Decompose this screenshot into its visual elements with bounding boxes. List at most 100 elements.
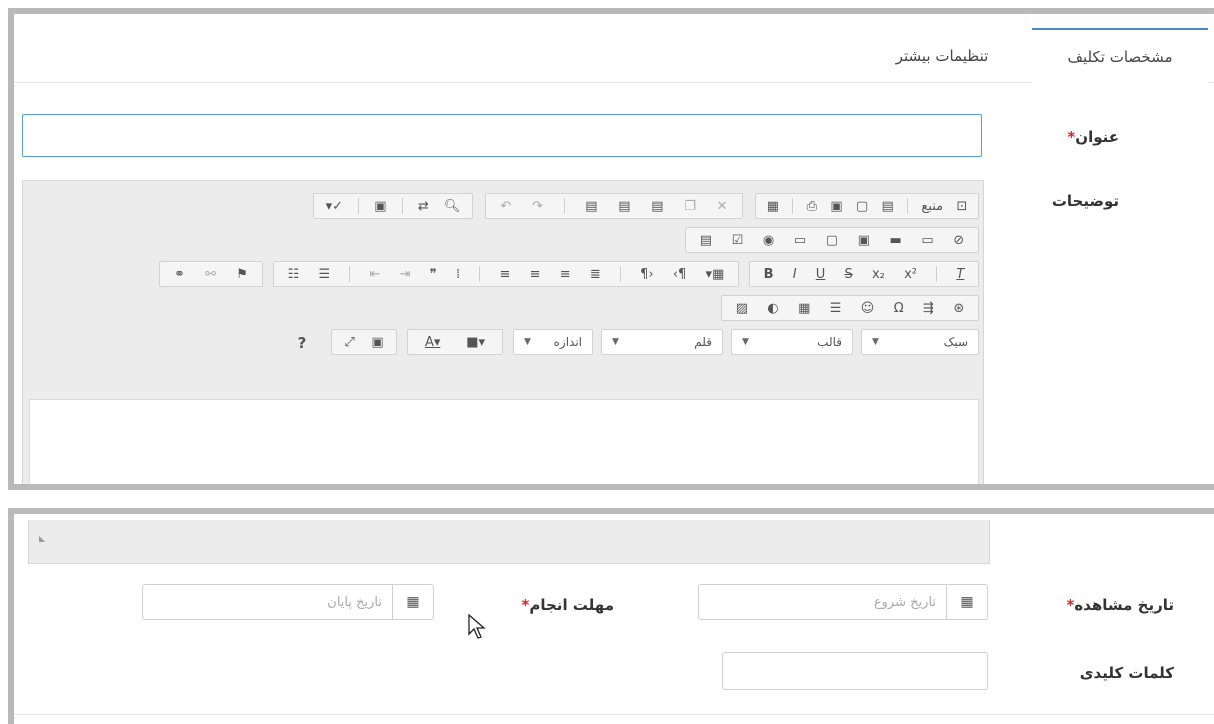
undo-icon[interactable]: ↶ (500, 200, 511, 213)
button-icon[interactable]: ▬ (889, 234, 901, 247)
link-icon[interactable]: ⚭ (174, 268, 185, 281)
strike-icon[interactable]: S (844, 268, 852, 281)
toolbar-separator (792, 198, 794, 214)
end-date-field[interactable]: ▦ تاریخ پایان (142, 584, 434, 620)
align-right-icon[interactable]: ≡ (560, 268, 571, 281)
toolbar-separator (907, 198, 909, 214)
tab-label: تنظیمات بیشتر (895, 46, 989, 65)
background-color-icon[interactable]: ■▾ (466, 336, 485, 349)
toolbar-insert-group: ▨ ◐ ▦ ☰ ☺ Ω ⇶ ⊛ (721, 295, 979, 321)
tab-assignment-details[interactable]: مشخصات تکلیف (1032, 28, 1208, 83)
chevron-down-icon: ▼ (612, 337, 619, 347)
radio-icon[interactable]: ◉ (763, 234, 774, 247)
toolbar-separator (479, 266, 481, 282)
chevron-down-icon: ▼ (872, 337, 879, 347)
select-all-icon[interactable]: ▣ (374, 200, 386, 213)
style-select[interactable]: سبک ▼ (861, 329, 979, 355)
anchor-icon[interactable]: ⚑ (236, 268, 248, 281)
help-icon: ? (297, 334, 307, 352)
smiley-icon[interactable]: ☺ (861, 302, 875, 315)
checkbox-icon[interactable]: ☑ (732, 234, 744, 247)
underline-icon[interactable]: U (816, 268, 826, 281)
remove-format-icon[interactable]: T (956, 268, 964, 281)
style-select-label: سبک (943, 335, 968, 349)
numbered-list-icon[interactable]: ☷ (288, 268, 300, 281)
toolbar-document-group: ⊡ منبع ▤ ▢ ▣ ⎙ ▦ (755, 193, 979, 219)
paste-icon[interactable]: ▤ (651, 200, 663, 213)
preview-icon[interactable]: ▣ (830, 200, 842, 213)
italic-icon[interactable]: I (793, 268, 797, 281)
toolbar-basicstyles-group: B I U S x₂ x² T (749, 261, 979, 287)
templates-icon[interactable]: ▦ (767, 200, 779, 213)
textfield-icon[interactable]: ▭ (794, 234, 806, 247)
iframe-icon[interactable]: ⊛ (953, 302, 964, 315)
cut-icon[interactable]: ✕ (717, 200, 728, 213)
horizontal-rule-icon[interactable]: ☰ (830, 302, 842, 315)
editor-content-area[interactable] (29, 399, 979, 484)
toolbar-paragraph-group: ☷ ☰ ⇤ ⇥ ❞ ⁞ ≡ ≡ ≡ ≣ ¶› ‹¶ ▾▦ (273, 261, 739, 287)
copy-icon[interactable]: ❐ (684, 200, 696, 213)
spellcheck-dropdown-icon[interactable]: ▾✓ (326, 200, 343, 213)
hidden-field-icon[interactable]: ⊘ (953, 234, 964, 247)
ltr-icon[interactable]: ¶› (640, 268, 653, 281)
table-icon[interactable]: ▦ (798, 302, 810, 315)
subscript-icon[interactable]: x₂ (872, 268, 885, 281)
textarea-icon[interactable]: ▢ (826, 234, 838, 247)
indent-icon[interactable]: ⇥ (400, 268, 411, 281)
find-icon[interactable]: 🔍︎ (444, 200, 461, 213)
image-button-icon[interactable]: ▭ (921, 234, 933, 247)
replace-icon[interactable]: ⇄ (418, 200, 429, 213)
save-icon[interactable]: ▤ (882, 200, 894, 213)
title-input[interactable] (22, 114, 982, 157)
calendar-icon[interactable]: ▦ (392, 585, 433, 619)
font-select[interactable]: قلم ▼ (601, 329, 723, 355)
paste-word-icon[interactable]: ▤ (585, 200, 597, 213)
toolbar-colors-group: A▾ ■▾ (407, 329, 503, 355)
unlink-icon[interactable]: ⚯ (205, 268, 216, 281)
resize-handle-icon[interactable]: ◣ (39, 534, 45, 543)
size-select[interactable]: اندازه ▼ (513, 329, 593, 355)
align-left-icon[interactable]: ≡ (499, 268, 510, 281)
outdent-icon[interactable]: ⇤ (370, 268, 381, 281)
flash-icon[interactable]: ◐ (767, 302, 778, 315)
size-select-label: اندازه (553, 335, 582, 349)
help-button[interactable]: ? (289, 331, 315, 355)
superscript-icon[interactable]: x² (904, 268, 917, 281)
source-icon[interactable]: ⊡ (956, 200, 967, 213)
start-date-field[interactable]: ▦ تاریخ شروع (698, 584, 988, 620)
paste-text-icon[interactable]: ▤ (618, 200, 630, 213)
calendar-icon[interactable]: ▦ (946, 585, 987, 619)
align-center-icon[interactable]: ≡ (530, 268, 541, 281)
mouse-cursor-icon (468, 614, 486, 639)
keywords-input[interactable] (722, 652, 988, 690)
editor-status-bar: ◣ (28, 520, 990, 564)
toolbar-separator (619, 266, 621, 282)
maximize-icon[interactable]: ⤢ (344, 336, 354, 349)
print-icon[interactable]: ⎙ (807, 200, 817, 213)
rtl-icon[interactable]: ‹¶ (673, 268, 686, 281)
toolbar-links-group: ⚭ ⚯ ⚑ (159, 261, 263, 287)
language-dropdown-icon[interactable]: ▾▦ (706, 268, 725, 281)
justify-icon[interactable]: ≣ (590, 268, 601, 281)
tab-more-settings[interactable]: تنظیمات بیشتر (854, 28, 1030, 83)
special-char-icon[interactable]: Ω (894, 302, 904, 315)
bulleted-list-icon[interactable]: ☰ (318, 268, 330, 281)
source-button[interactable]: منبع (921, 200, 943, 213)
page-break-icon[interactable]: ⇶ (923, 302, 934, 315)
form-icon[interactable]: ▤ (700, 234, 712, 247)
format-select[interactable]: قالب ▼ (731, 329, 853, 355)
assignment-form-panel: مشخصات تکلیف تنظیمات بیشتر عنوان* توضیحا… (8, 8, 1214, 490)
new-page-icon[interactable]: ▢ (856, 200, 868, 213)
redo-icon[interactable]: ↷ (532, 200, 543, 213)
format-select-label: قالب (817, 335, 842, 349)
bold-icon[interactable]: B (764, 268, 774, 281)
view-date-label: تاریخ مشاهده* (1066, 596, 1174, 614)
image-icon[interactable]: ▨ (736, 302, 748, 315)
text-color-icon[interactable]: A▾ (425, 336, 440, 349)
select-icon[interactable]: ▣ (858, 234, 870, 247)
show-blocks-icon[interactable]: ▣ (371, 336, 383, 349)
tab-label: مشخصات تکلیف (1067, 47, 1173, 66)
creatediv-icon[interactable]: ⁞ (456, 268, 460, 281)
blockquote-icon[interactable]: ❞ (430, 268, 437, 281)
title-label: عنوان* (1067, 128, 1119, 146)
